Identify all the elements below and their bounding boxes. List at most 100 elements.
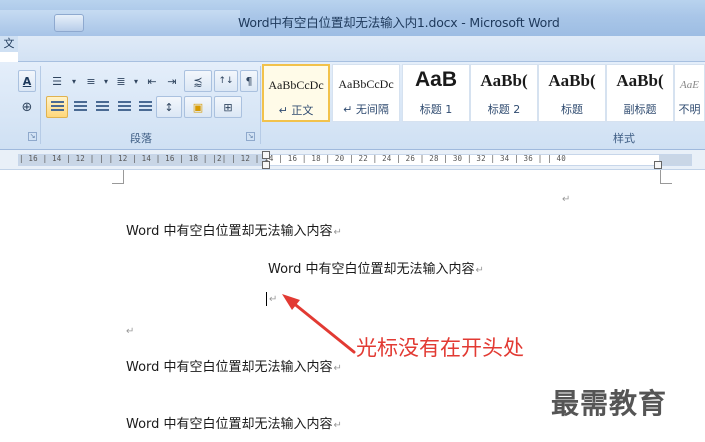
shading-button[interactable]: ▣ xyxy=(184,96,212,118)
ribbon: A ⊕ ↘ ☰ ▾ ≡ ▾ ≣ ▾ ⇤ ⇥ ⪷ ↑↓ ¶ ↕ ▣ ⊞ 段落 ↘ … xyxy=(0,62,705,150)
document-line[interactable]: Word 中有空白位置却无法输入内容↵ xyxy=(126,220,342,239)
font-dialog-launcher-icon[interactable]: ↘ xyxy=(28,132,37,141)
justify-icon xyxy=(117,101,131,113)
style-normal[interactable]: AaBbCcDc ↵ 正文 xyxy=(262,64,330,122)
line-text: Word 中有空白位置却无法输入内容 xyxy=(268,262,475,277)
align-center-icon xyxy=(73,101,87,113)
quick-access-button[interactable] xyxy=(54,14,84,32)
line-text: Word 中有空白位置却无法输入内容 xyxy=(126,417,333,432)
line-text: Word 中有空白位置却无法输入内容 xyxy=(126,224,333,239)
horizontal-ruler[interactable]: | 16 | 14 | 12 | | | 12 | 14 | 16 | 18 |… xyxy=(0,150,705,170)
style-name-label: 不明 xyxy=(678,103,701,116)
paragraph-group-label: 段落 xyxy=(130,132,152,145)
distributed-icon xyxy=(138,101,152,113)
multilevel-dropdown-icon[interactable]: ▾ xyxy=(132,70,140,92)
style-name-label: ↵ 正文 xyxy=(278,104,314,117)
chinese-layout-button[interactable]: ⪷ xyxy=(184,70,212,92)
ruler-numbers: | 16 | 14 | 12 | | | 12 | 14 | 16 | 18 |… xyxy=(19,154,566,163)
style-subtle-emphasis[interactable]: AaE 不明 xyxy=(674,64,705,122)
borders-icon: ⊞ xyxy=(223,100,233,114)
style-preview-text: AaBbCcDc xyxy=(338,77,394,91)
line-text: Word 中有空白位置却无法输入内容 xyxy=(126,360,333,375)
text-cursor xyxy=(266,292,267,306)
multilevel-list-button[interactable]: ≣ xyxy=(110,70,132,92)
sort-icon: ↑↓ xyxy=(218,76,234,86)
document-line[interactable]: Word 中有空白位置却无法输入内容↵ xyxy=(126,413,342,432)
bullets-icon: ☰ xyxy=(52,74,62,88)
paragraph-mark: ↵ xyxy=(126,326,135,337)
page-corner-mark xyxy=(660,170,672,184)
window-title: Word中有空白位置却无法输入内1.docx - Microsoft Word xyxy=(238,15,560,30)
shading-icon: ▣ xyxy=(192,100,204,114)
style-preview-text: AaBb( xyxy=(480,71,528,90)
ruler-scale: | 16 | 14 | 12 | | | 12 | 14 | 16 | 18 |… xyxy=(18,154,692,166)
style-heading-2[interactable]: AaBb( 标题 2 xyxy=(470,64,538,122)
ribbon-tab-strip xyxy=(18,36,705,62)
borders-button[interactable]: ⊞ xyxy=(214,96,242,118)
style-preview-text: AaE xyxy=(680,79,699,91)
document-page[interactable]: ↵ Word 中有空白位置却无法输入内容↵ Word 中有空白位置却无法输入内容… xyxy=(0,170,705,442)
style-preview-text: AaBbCcDc xyxy=(268,78,324,92)
title-bar: Word中有空白位置却无法输入内1.docx - Microsoft Word xyxy=(0,0,705,36)
file-menu-icon[interactable]: 文 xyxy=(0,36,18,52)
line-spacing-icon: ↕ xyxy=(164,100,174,114)
show-marks-button[interactable]: ¶ xyxy=(240,70,258,92)
style-heading-1[interactable]: AaB 标题 1 xyxy=(402,64,470,122)
group-separator xyxy=(40,66,41,144)
font-color-icon: A xyxy=(22,74,32,88)
styles-group-label: 样式 xyxy=(613,132,635,145)
quick-access-toolbar xyxy=(0,10,240,36)
multilevel-list-icon: ≣ xyxy=(116,74,126,88)
font-color-button[interactable]: A xyxy=(18,70,36,92)
group-separator xyxy=(260,66,261,144)
right-indent-marker[interactable] xyxy=(654,161,662,169)
paragraph-mark: ↵ xyxy=(333,227,342,238)
enclose-character-button[interactable]: ⊕ xyxy=(18,96,36,118)
left-indent-marker[interactable] xyxy=(262,161,270,169)
style-name-label: 副标题 xyxy=(623,103,657,116)
paragraph-dialog-launcher-icon[interactable]: ↘ xyxy=(246,132,255,141)
page-corner-mark xyxy=(112,170,124,184)
decrease-indent-button[interactable]: ⇤ xyxy=(142,70,162,92)
annotation-label: 光标没有在开头处 xyxy=(356,336,524,360)
line-spacing-button[interactable]: ↕ xyxy=(156,96,182,118)
increase-indent-icon: ⇥ xyxy=(167,74,177,88)
numbering-dropdown-icon[interactable]: ▾ xyxy=(102,70,110,92)
numbering-button[interactable]: ≡ xyxy=(80,70,102,92)
decrease-indent-icon: ⇤ xyxy=(147,74,157,88)
style-name-label: 标题 1 xyxy=(419,103,453,116)
style-subtitle[interactable]: AaBb( 副标题 xyxy=(606,64,674,122)
align-left-icon xyxy=(50,101,64,113)
annotation-arrow-icon xyxy=(282,294,356,354)
style-preview-text: AaBb( xyxy=(548,71,596,90)
chinese-layout-icon: ⪷ xyxy=(193,74,203,88)
style-title[interactable]: AaBb( 标题 xyxy=(538,64,606,122)
bullets-button[interactable]: ☰ xyxy=(46,70,68,92)
style-no-spacing[interactable]: AaBbCcDc ↵ 无间隔 xyxy=(332,64,400,122)
style-preview-text: AaBb( xyxy=(616,71,664,90)
distributed-button[interactable] xyxy=(136,96,154,118)
align-right-button[interactable] xyxy=(92,96,112,118)
paragraph-mark: ↵ xyxy=(562,194,571,205)
numbering-icon: ≡ xyxy=(86,74,96,88)
bullets-dropdown-icon[interactable]: ▾ xyxy=(70,70,78,92)
enclose-character-icon: ⊕ xyxy=(21,99,33,115)
sort-button[interactable]: ↑↓ xyxy=(214,70,238,92)
style-preview-text: AaB xyxy=(414,68,457,91)
pilcrow-icon: ¶ xyxy=(245,74,253,88)
style-name-label: 标题 2 xyxy=(487,103,521,116)
paragraph-mark: ↵ xyxy=(475,265,484,276)
align-center-button[interactable] xyxy=(70,96,90,118)
paragraph-mark: ↵ xyxy=(333,363,342,374)
justify-button[interactable] xyxy=(114,96,134,118)
document-line-indented[interactable]: Word 中有空白位置却无法输入内容↵ xyxy=(268,258,484,277)
align-left-button[interactable] xyxy=(46,96,68,118)
watermark-logo: 最需教育 xyxy=(551,387,668,420)
increase-indent-button[interactable]: ⇥ xyxy=(162,70,182,92)
style-name-label: 标题 xyxy=(561,103,583,116)
styles-gallery: AaBbCcDc ↵ 正文 AaBbCcDc ↵ 无间隔 AaB 标题 1 Aa… xyxy=(262,64,705,124)
align-right-icon xyxy=(95,101,109,113)
paragraph-mark: ↵ xyxy=(333,420,342,431)
first-line-indent-marker[interactable] xyxy=(262,151,270,159)
style-name-label: ↵ 无间隔 xyxy=(343,103,389,116)
